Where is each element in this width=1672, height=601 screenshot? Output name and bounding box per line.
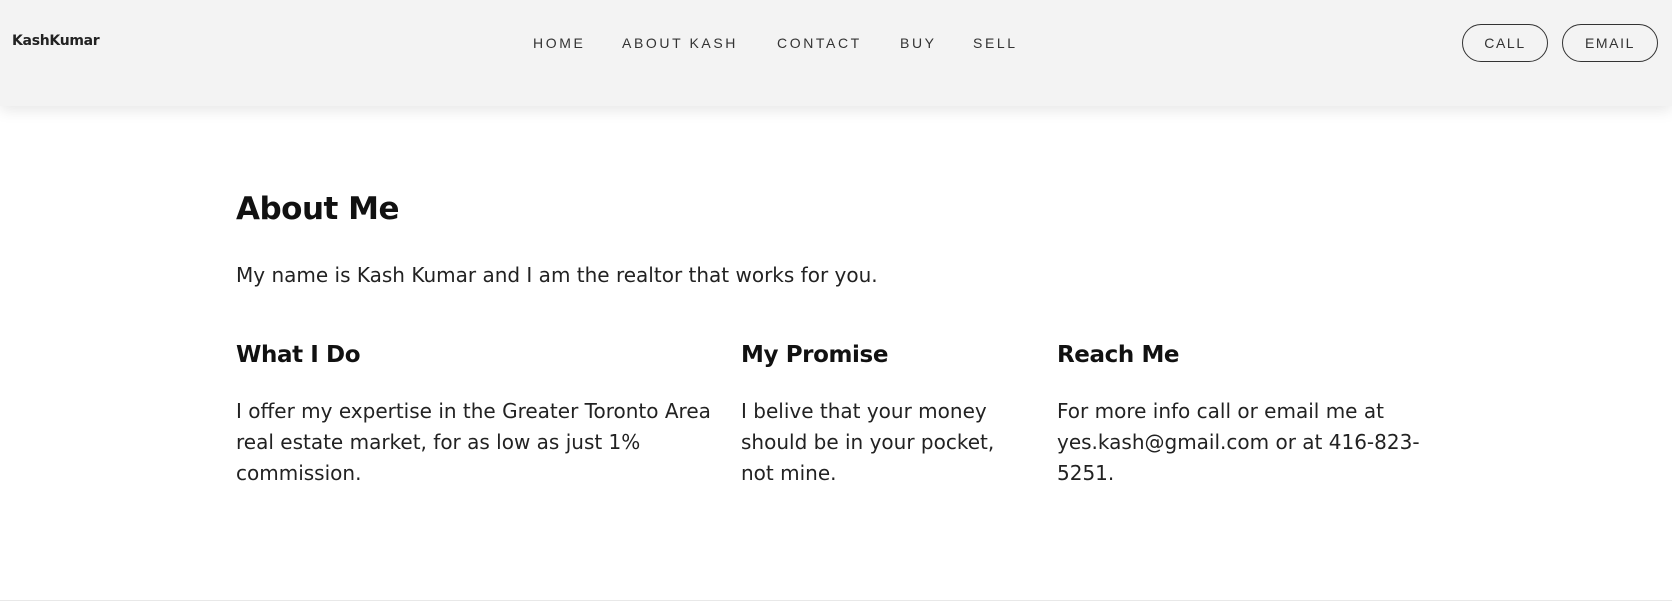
- column-text: I offer my expertise in the Greater Toro…: [236, 399, 711, 485]
- nav-item-home[interactable]: HOME: [533, 35, 585, 51]
- email-button[interactable]: EMAIL: [1562, 24, 1658, 62]
- nav-item-buy[interactable]: BUY: [900, 35, 937, 51]
- column-heading: Reach Me: [1057, 342, 1180, 368]
- column-my-promise: My Promise I belive that your money shou…: [741, 342, 1031, 489]
- page-title: About Me: [236, 191, 400, 227]
- nav-item-about-kash[interactable]: ABOUT KASH: [622, 35, 738, 51]
- column-text: I belive that your money should be in yo…: [741, 399, 995, 485]
- column-text: For more info call or email me at yes.ka…: [1057, 399, 1420, 485]
- site-header: KashKumar HOME ABOUT KASH CONTACT BUY SE…: [0, 0, 1672, 106]
- column-heading: What I Do: [236, 342, 361, 368]
- nav-item-contact[interactable]: CONTACT: [777, 35, 862, 51]
- main-nav: HOME ABOUT KASH CONTACT BUY SELL: [0, 35, 1672, 55]
- column-reach-me: Reach Me For more info call or email me …: [1057, 342, 1437, 489]
- call-button[interactable]: CALL: [1462, 24, 1548, 62]
- about-section: About Me My name is Kash Kumar and I am …: [0, 106, 1672, 601]
- column-heading: My Promise: [741, 342, 889, 368]
- column-what-i-do: What I Do I offer my expertise in the Gr…: [236, 342, 711, 489]
- intro-text: My name is Kash Kumar and I am the realt…: [236, 263, 878, 287]
- nav-item-sell[interactable]: SELL: [973, 35, 1018, 51]
